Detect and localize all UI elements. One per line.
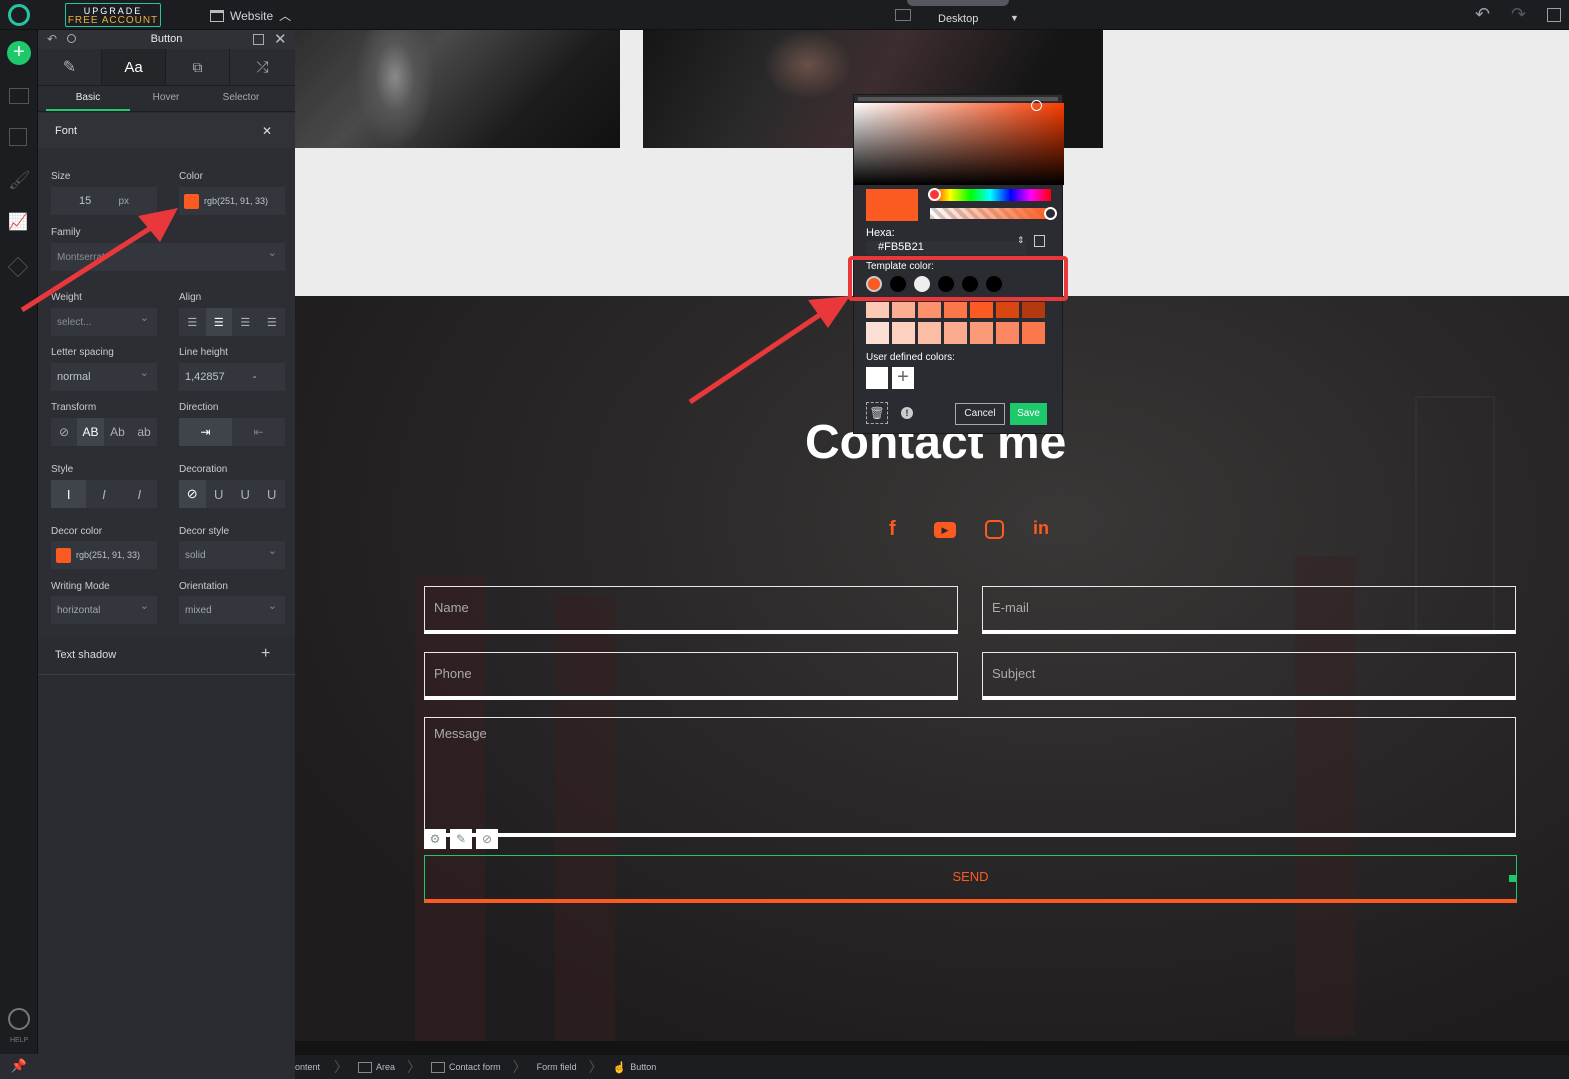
- breadcrumb-item-button[interactable]: Button: [630, 1062, 656, 1072]
- annotation-arrow-color: [20, 219, 162, 313]
- breadcrumb-item-content[interactable]: ontent: [295, 1062, 334, 1072]
- breadcrumb-item-contact-form[interactable]: Contact form: [449, 1062, 513, 1072]
- breadcrumb-separator-icon: 〉: [334, 1059, 349, 1075]
- annotation-arrowhead-color: [138, 208, 178, 242]
- breadcrumb-separator-icon: 〉: [407, 1059, 422, 1075]
- area-icon: [358, 1061, 373, 1073]
- annotation-arrowhead-template: [808, 296, 850, 328]
- breadcrumb: ontent 〉 Area 〉 Contact form 〉 Form fiel…: [295, 1055, 1569, 1079]
- annotation-arrows: [20, 208, 850, 405]
- annotation-arrow-template: [688, 305, 832, 405]
- breadcrumb-separator-icon: 〉: [512, 1059, 527, 1075]
- form-icon: [431, 1061, 446, 1073]
- breadcrumb-item-area[interactable]: Area: [376, 1062, 407, 1072]
- breadcrumb-item-form-field[interactable]: Form field: [527, 1062, 589, 1072]
- breadcrumb-separator-icon: 〉: [588, 1059, 603, 1075]
- hand-pointer-icon: ☝: [612, 1061, 627, 1074]
